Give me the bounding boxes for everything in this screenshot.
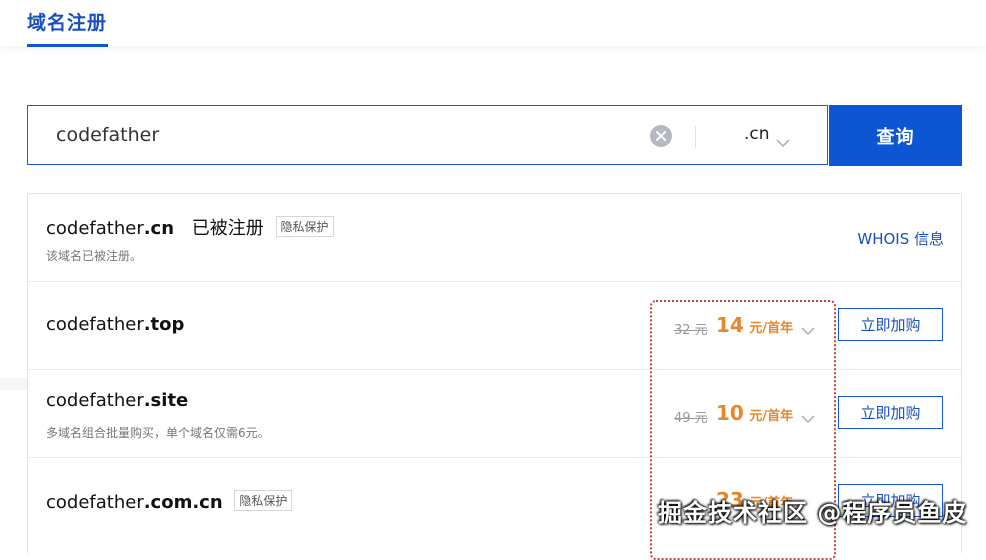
domain-name: codefather.top bbox=[46, 314, 184, 335]
result-row: codefather.top 32 元 14 元/首年 立即加购 bbox=[28, 282, 961, 370]
price-value: 14 bbox=[716, 313, 744, 337]
price-value: 10 bbox=[716, 401, 744, 425]
domain-tld: .site bbox=[143, 390, 189, 411]
shadow-strip bbox=[0, 378, 27, 390]
domain-tld: .cn bbox=[143, 218, 175, 239]
domain-search-input[interactable] bbox=[56, 124, 616, 146]
domain-label: codefather bbox=[46, 390, 144, 411]
result-row: codefather.site 多域名组合批量购买，单个域名仅需6元。 49 元… bbox=[28, 370, 961, 458]
result-row: codefather.cn 已被注册 隐私保护 该域名已被注册。 WHOIS 信… bbox=[28, 194, 961, 282]
original-price: 32 元 bbox=[674, 323, 708, 338]
chevron-down-icon[interactable] bbox=[801, 408, 815, 427]
domain-label: codefather bbox=[46, 314, 144, 335]
add-to-cart-button[interactable]: 立即加购 bbox=[838, 308, 943, 341]
price-unit: 元/首年 bbox=[749, 409, 794, 424]
domain-name: codefather.site bbox=[46, 390, 188, 411]
row-note: 该域名已被注册。 bbox=[46, 249, 143, 263]
chevron-down-icon[interactable] bbox=[776, 132, 790, 151]
row-note: 多域名组合批量购买，单个域名仅需6元。 bbox=[46, 426, 270, 440]
domain-label: codefather bbox=[46, 492, 144, 513]
privacy-badge: 隐私保护 bbox=[234, 490, 293, 511]
divider bbox=[695, 126, 696, 148]
watermark: 掘金技术社区 @程序员鱼皮 bbox=[658, 499, 968, 527]
add-to-cart-button[interactable]: 立即加购 bbox=[838, 396, 943, 429]
domain-tld: .top bbox=[143, 314, 185, 335]
sale-price: 10 元/首年 bbox=[716, 401, 793, 425]
sale-price: 14 元/首年 bbox=[716, 313, 793, 337]
chevron-down-icon[interactable] bbox=[801, 320, 815, 339]
clear-icon[interactable] bbox=[650, 125, 672, 147]
domain-label: codefather bbox=[46, 218, 144, 239]
top-nav-bar: 域名注册 bbox=[0, 0, 986, 47]
search-button[interactable]: 查询 bbox=[829, 105, 962, 166]
privacy-badge: 隐私保护 bbox=[275, 216, 334, 237]
tld-select[interactable]: .cn bbox=[744, 124, 770, 144]
domain-name: codefather.com.cn 隐私保护 bbox=[46, 490, 293, 513]
tab-domain-registration[interactable]: 域名注册 bbox=[27, 8, 107, 35]
original-price: 49 元 bbox=[674, 411, 708, 426]
active-tab-indicator bbox=[27, 44, 108, 47]
domain-search-box: .cn bbox=[27, 105, 828, 165]
domain-name: codefather.cn 已被注册 隐私保护 bbox=[46, 214, 334, 240]
price-unit: 元/首年 bbox=[749, 321, 794, 336]
domain-tld: .com.cn bbox=[143, 492, 223, 513]
status-text: 已被注册 bbox=[191, 218, 264, 239]
whois-link[interactable]: WHOIS 信息 bbox=[857, 228, 944, 249]
